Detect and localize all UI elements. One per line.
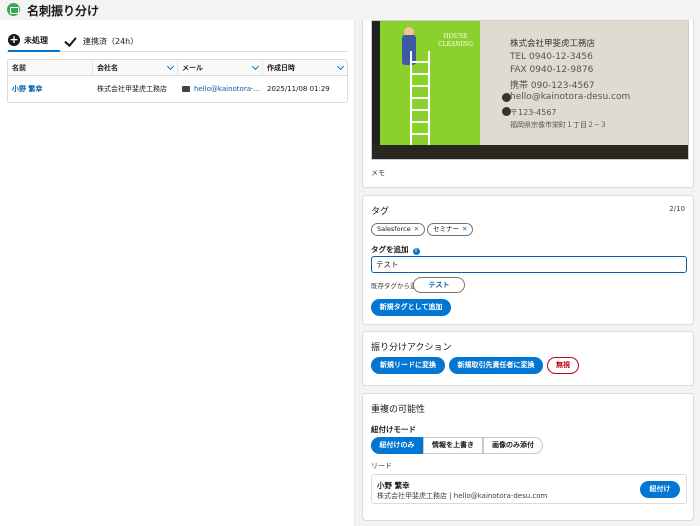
mode-overwrite[interactable]: 情報を上書き (423, 437, 483, 454)
records-table: 名前 会社名 メール 作成日時 小野 繁幸 株式会社甲斐虎工務店 hello@k… (7, 59, 348, 103)
tag-pill-seminar: セミナー ✕ (427, 223, 474, 236)
add-new-tag-button[interactable]: 新規タグとして追加 (371, 299, 451, 316)
business-card-image: HOUSE CLEANING 株式会社甲斐虎工務店 TEL 0940-12-345… (371, 20, 689, 160)
memo-label: メモ (371, 169, 385, 177)
tag-input[interactable] (371, 256, 687, 273)
column-header-created[interactable]: 作成日時 (263, 60, 347, 76)
tab-label: 連携済（24h） (83, 36, 139, 46)
tag-pill-salesforce: Salesforce ✕ (371, 223, 426, 236)
tags-card: タグ 2/10 Salesforce✕ セミナー✕ タグを追加i 既存タグから選… (362, 195, 694, 325)
convert-contact-button[interactable]: 新規取引先責任者に変換 (449, 357, 543, 374)
card-tel: TEL 0940-12-3456 (510, 52, 593, 62)
mode-image-only[interactable]: 画像のみ添付 (483, 437, 543, 454)
ignore-button[interactable]: 無視 (547, 357, 579, 374)
card-mobile: 携帯 090-123-4567 (510, 81, 595, 91)
left-panel: + 未処理 連携済（24h） 名前 会社名 メール 作成日時 小野 繁幸 株式会… (0, 20, 354, 526)
link-mode-label: 紐付けモード (371, 425, 416, 434)
card-zip: 〒123-4567 (510, 108, 557, 117)
chevron-down-icon (166, 62, 175, 71)
table-header: 名前 会社名 メール 作成日時 (8, 60, 347, 76)
link-button[interactable]: 紐付け (640, 481, 680, 498)
tab-synced[interactable]: 連携済（24h） (65, 30, 138, 52)
tab-unprocessed[interactable]: + 未処理 (8, 30, 60, 52)
card-fax: FAX 0940-12-9876 (510, 65, 594, 75)
column-header-name[interactable]: 名前 (8, 60, 93, 76)
card-house-text: HOUSE CLEANING (438, 33, 473, 48)
row-email[interactable]: hello@kainotora-... (194, 85, 260, 93)
tags-count: 2/10 (669, 205, 685, 213)
lead-label: リード (371, 462, 392, 470)
convert-lead-button[interactable]: 新規リードに変換 (371, 357, 445, 374)
panel-divider (354, 20, 355, 526)
actions-card: 振り分けアクション 新規リードに変換 新規取引先責任者に変換 無視 (362, 331, 694, 386)
card-company: 株式会社甲斐虎工務店 (510, 39, 596, 49)
actions-title: 振り分けアクション (371, 343, 452, 353)
chevron-down-icon (251, 62, 260, 71)
tag-add-label: タグを追加 i (371, 244, 420, 255)
lead-match-item: 小野 繁幸 株式会社甲斐虎工務店 | hello@kainotora-desu.… (371, 474, 687, 504)
table-row[interactable]: 小野 繁幸 株式会社甲斐虎工務店 hello@kainotora-... 202… (8, 76, 347, 102)
duplicates-title: 重複の可能性 (371, 405, 426, 415)
column-header-email[interactable]: メール (178, 60, 263, 76)
duplicates-card: 重複の可能性 紐付けモード 紐付けのみ 情報を上書き 画像のみ添付 リード 小野… (362, 393, 694, 521)
card-email: hello@kainotora-desu.com (510, 92, 631, 102)
card-address: 福岡県宗像市栄町１丁目２−３ (510, 121, 607, 129)
remove-tag-icon[interactable]: ✕ (414, 225, 419, 233)
check-icon (65, 36, 77, 46)
tab-label: 未処理 (24, 35, 48, 45)
existing-tag-test[interactable]: テスト (413, 277, 465, 293)
row-company: 株式会社甲斐虎工務店 (97, 85, 167, 93)
lead-details: 株式会社甲斐虎工務店 | hello@kainotora-desu.com (377, 492, 548, 500)
mode-link-only[interactable]: 紐付けのみ (371, 437, 423, 454)
ladder-icon (410, 51, 430, 147)
row-name[interactable]: 小野 繁幸 (8, 76, 93, 102)
column-header-company[interactable]: 会社名 (93, 60, 178, 76)
lead-name: 小野 繁幸 (377, 481, 410, 490)
row-created: 2025/11/08 01:29 (267, 85, 330, 93)
tab-bar: + 未処理 連携済（24h） (6, 30, 348, 52)
card-illustration: HOUSE CLEANING (380, 21, 480, 147)
row-email-cell: hello@kainotora-... (178, 76, 263, 102)
tags-title: タグ (371, 207, 390, 217)
add-circle-icon: + (8, 33, 20, 46)
card-image-panel: HOUSE CLEANING 株式会社甲斐虎工務店 TEL 0940-12-345… (362, 20, 694, 188)
business-card-icon (7, 3, 20, 16)
info-icon[interactable]: i (412, 248, 420, 255)
email-icon (182, 86, 190, 92)
app-header: 名刺振り分け (0, 0, 700, 20)
page-title: 名刺振り分け (27, 4, 100, 18)
chevron-down-icon (336, 62, 345, 71)
remove-tag-icon[interactable]: ✕ (462, 225, 467, 233)
